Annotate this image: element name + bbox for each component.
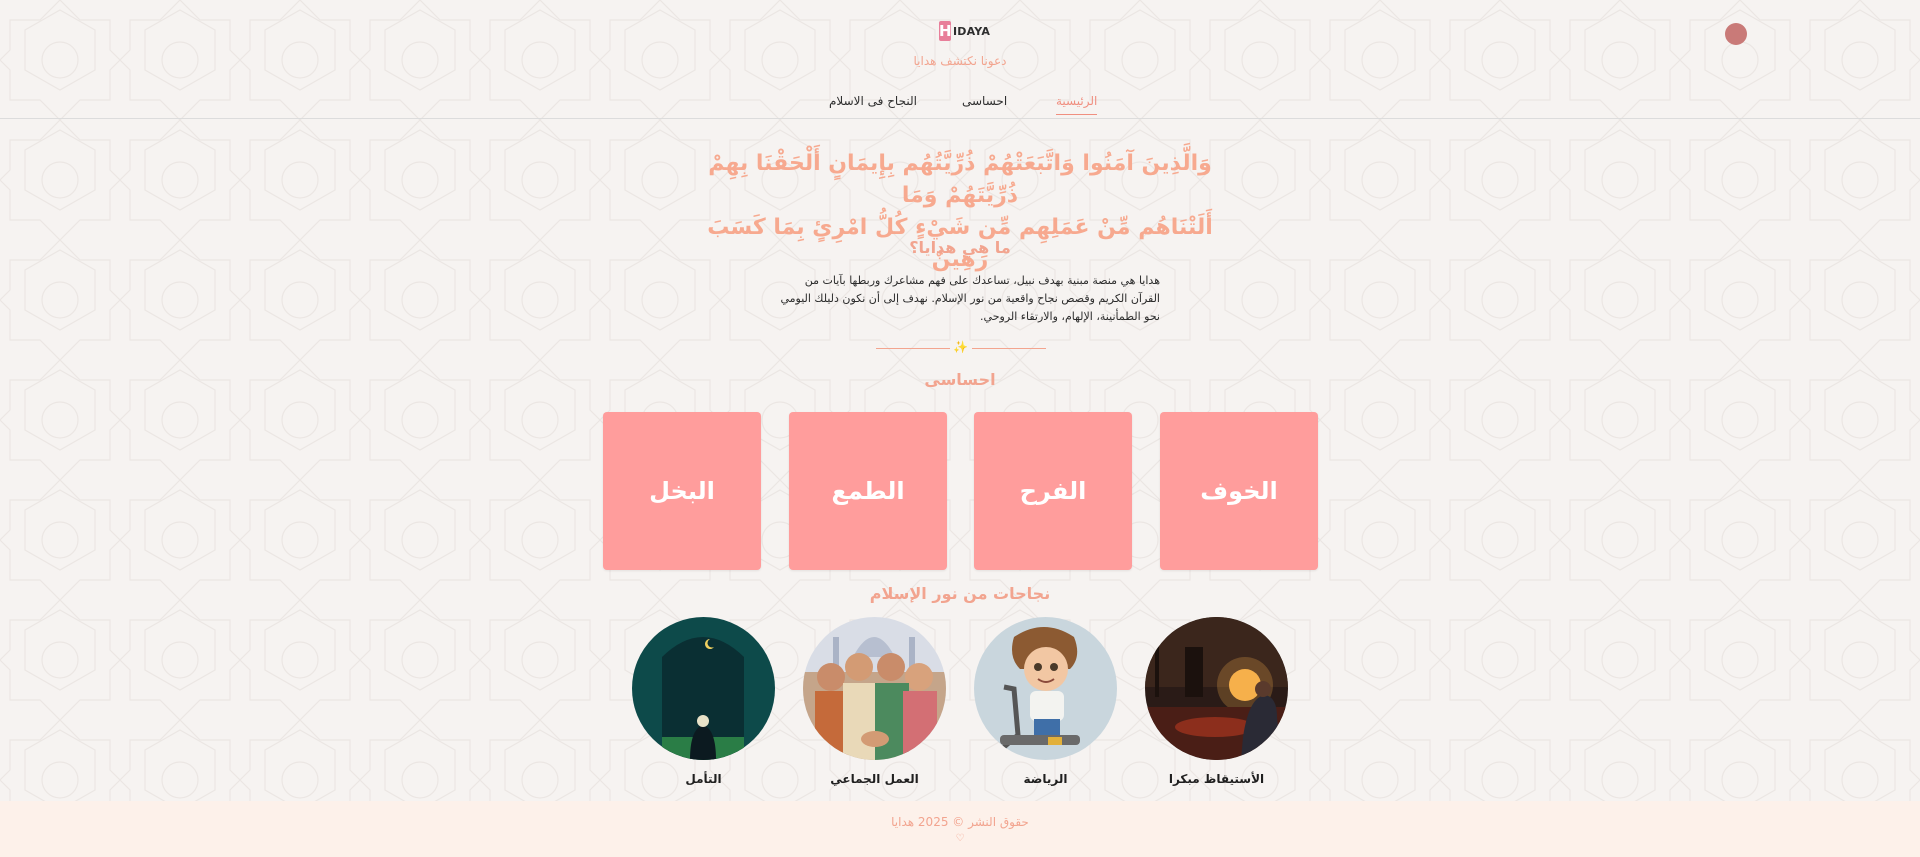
feeling-card-greed[interactable]: الطمع [789,412,947,570]
teamwork-image [803,617,946,760]
about-text: هدايا هي منصة مبنية بهدف نبيل، تساعدك عل… [780,274,1160,323]
copyright-text: حقوق النشر © 2025 هدايا [891,815,1029,829]
feeling-card-fear[interactable]: الخوف [1160,412,1318,570]
footer: حقوق النشر © 2025 هدايا ♡ [0,801,1920,857]
section-divider: ✨ [876,340,1046,356]
early-waking-image [1145,617,1288,760]
meditation-image [632,617,775,760]
logo-text: IDAYA [953,24,991,38]
story-label: الرياضة [1023,772,1068,786]
story-early-waking[interactable]: الأستيقاظ مبكرا [1145,617,1288,786]
tagline: دعونا نكتشف هدايا [913,54,1007,68]
sports-image [974,617,1117,760]
heart-icon: ♡ [955,833,965,844]
logo[interactable]: H IDAYA [939,20,990,42]
verse-line-1: وَالَّذِينَ آمَنُوا وَاتَّبَعَتْهُمْ ذُر… [708,151,1212,208]
sparkle-icon: ✨ [953,340,968,354]
story-meditation[interactable]: التأمل [632,617,775,786]
nav-item-success-in-islam[interactable]: النجاح فى الاسلام [829,94,917,114]
story-teamwork[interactable]: العمل الجماعي [803,617,946,786]
nav-item-feelings[interactable]: احساسى [962,94,1007,114]
story-label: الأستيقاظ مبكرا [1168,772,1265,786]
stories-title: نجاحات من نور الإسلام [869,584,1051,603]
feeling-card-joy[interactable]: الفرح [974,412,1132,570]
user-avatar[interactable] [1725,23,1747,45]
main-nav: الرئيسية احساسى النجاح فى الاسلام [0,88,1920,119]
story-label: التأمل [685,772,722,786]
nav-item-home[interactable]: الرئيسية [1056,94,1098,115]
feelings-cards: الخوف الفرح الطمع البخل [603,412,1318,570]
story-label: العمل الجماعي [830,772,919,786]
feeling-card-stinginess[interactable]: البخل [603,412,761,570]
logo-mark: H [939,21,952,41]
story-sports[interactable]: الرياضة [974,617,1117,786]
stories-list: الأستيقاظ مبكرا الرياضة العمل الجماعي ال… [632,617,1288,787]
about-title: ما هي هدايا؟ [909,238,1011,257]
feelings-title: احساسى [924,370,996,389]
